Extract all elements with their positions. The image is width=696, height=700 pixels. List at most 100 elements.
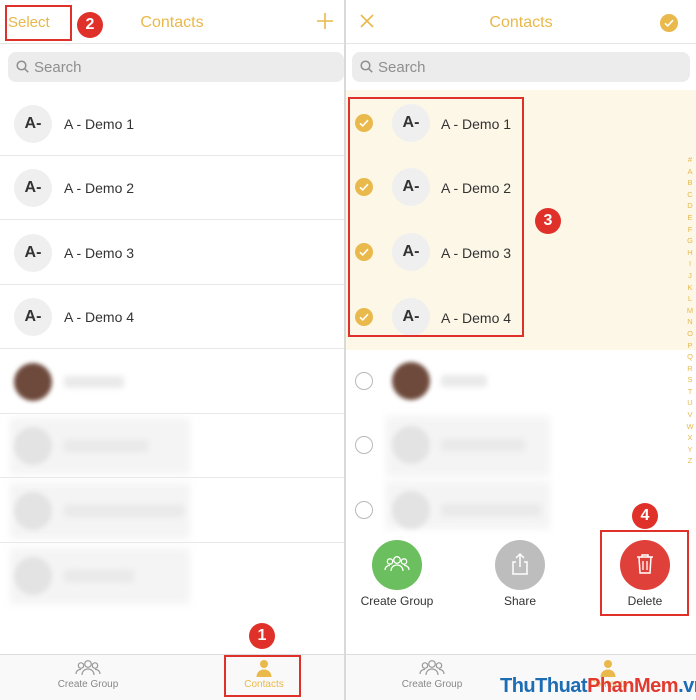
index-letter[interactable]: A — [685, 166, 695, 178]
index-letter[interactable]: C — [685, 189, 695, 201]
index-letter[interactable]: L — [685, 293, 695, 305]
contact-row[interactable]: A- A - Demo 2 — [0, 156, 344, 220]
index-letter[interactable]: M — [685, 305, 695, 317]
watermark: ThuThuatPhanMem.vn — [500, 675, 696, 698]
index-letter[interactable]: T — [685, 386, 695, 398]
contact-row[interactable]: A- A - Demo 3 — [0, 221, 344, 285]
index-letter[interactable]: Q — [685, 351, 695, 363]
blurred-avatar — [14, 363, 52, 401]
watermark-part2: PhanMem — [587, 675, 679, 697]
blurred-contact-row[interactable] — [0, 414, 344, 478]
unchecked-radio[interactable] — [355, 372, 373, 390]
blurred-name — [64, 376, 124, 388]
share-icon — [512, 552, 528, 575]
blurred-avatar — [392, 362, 430, 400]
index-letter[interactable]: Z — [685, 455, 695, 467]
watermark-part1: ThuThuat — [500, 675, 588, 697]
search-icon — [360, 60, 373, 73]
watermark-part3: .vn — [678, 675, 696, 697]
search-placeholder: Search — [34, 59, 82, 76]
create-group-button[interactable]: Create Group — [358, 540, 436, 608]
avatar: A- — [14, 169, 52, 207]
share-circle — [495, 540, 545, 590]
index-letter[interactable]: O — [685, 328, 695, 340]
create-group-circle — [372, 540, 422, 590]
contact-row[interactable]: A- A - Demo 4 — [0, 285, 344, 349]
search-input[interactable]: Search — [352, 52, 690, 82]
index-letter[interactable]: E — [685, 212, 695, 224]
search-placeholder: Search — [378, 59, 426, 76]
blurred-avatar — [392, 491, 430, 529]
index-letter[interactable]: P — [685, 340, 695, 352]
index-letter[interactable]: N — [685, 316, 695, 328]
tab-label: Create Group — [401, 679, 463, 690]
blurred-contact-row[interactable] — [346, 414, 696, 478]
index-letter[interactable]: # — [685, 154, 695, 166]
index-letter[interactable]: D — [685, 200, 695, 212]
blurred-name — [441, 504, 541, 516]
blurred-contact-row[interactable] — [0, 350, 344, 414]
group-icon — [384, 556, 410, 572]
contact-name: A - Demo 1 — [64, 116, 135, 132]
avatar: A- — [14, 298, 52, 336]
annotation-box-selected-contacts — [348, 97, 524, 337]
blurred-contact-row[interactable] — [346, 350, 696, 414]
index-letter[interactable]: R — [685, 363, 695, 375]
tab-create-group[interactable]: Create Group — [372, 659, 492, 690]
blurred-name — [64, 440, 148, 452]
index-letter[interactable]: B — [685, 177, 695, 189]
share-button[interactable]: Share — [481, 540, 559, 608]
blurred-name — [64, 505, 184, 517]
contacts-screen-list: Select Contacts Search A- A - Demo 1 A- … — [0, 0, 344, 700]
alphabet-index[interactable]: # A B C D E F G H I J K L M N O P Q R S T U V W X Y Z — [685, 154, 695, 467]
unchecked-radio[interactable] — [355, 501, 373, 519]
select-all-check-icon[interactable] — [660, 14, 678, 32]
step-marker-4: 4 — [632, 503, 658, 529]
annotation-box-select — [5, 5, 72, 41]
step-marker-2: 2 — [77, 12, 103, 38]
add-contact-icon[interactable] — [316, 12, 334, 30]
index-letter[interactable]: U — [685, 397, 695, 409]
index-letter[interactable]: S — [685, 374, 695, 386]
tab-label: Create Group — [57, 679, 119, 690]
blurred-avatar — [392, 426, 430, 464]
annotation-box-delete — [600, 530, 689, 616]
avatar: A- — [14, 234, 52, 272]
blurred-avatar — [14, 427, 52, 465]
top-bar: Contacts — [346, 0, 696, 44]
action-label: Share — [503, 594, 537, 608]
index-letter[interactable]: F — [685, 224, 695, 236]
blurred-avatar — [14, 557, 52, 595]
index-letter[interactable]: Y — [685, 444, 695, 456]
contact-name: A - Demo 2 — [64, 180, 135, 196]
index-letter[interactable]: J — [685, 270, 695, 282]
blurred-name — [441, 439, 525, 451]
index-letter[interactable]: W — [685, 421, 695, 433]
blurred-name — [441, 375, 487, 387]
blurred-name — [64, 570, 134, 582]
search-input[interactable]: Search — [8, 52, 344, 82]
index-letter[interactable]: K — [685, 282, 695, 294]
blurred-contact-row[interactable] — [0, 544, 344, 608]
blurred-avatar — [14, 492, 52, 530]
index-letter[interactable]: H — [685, 247, 695, 259]
step-marker-1: 1 — [249, 623, 275, 649]
search-icon — [16, 60, 29, 73]
index-letter[interactable]: V — [685, 409, 695, 421]
index-letter[interactable]: I — [685, 258, 695, 270]
annotation-box-contacts-tab — [224, 655, 301, 697]
group-icon — [75, 660, 101, 676]
unchecked-radio[interactable] — [355, 436, 373, 454]
blurred-contact-row[interactable] — [0, 479, 344, 543]
contact-name: A - Demo 4 — [64, 309, 135, 325]
tab-create-group[interactable]: Create Group — [28, 659, 148, 690]
group-icon — [419, 660, 445, 676]
index-letter[interactable]: G — [685, 235, 695, 247]
avatar: A- — [14, 105, 52, 143]
page-title: Contacts — [489, 14, 553, 31]
index-letter[interactable]: X — [685, 432, 695, 444]
contact-row[interactable]: A- A - Demo 1 — [0, 92, 344, 156]
contact-name: A - Demo 3 — [64, 245, 135, 261]
step-marker-3: 3 — [535, 208, 561, 234]
action-label: Create Group — [360, 594, 434, 608]
